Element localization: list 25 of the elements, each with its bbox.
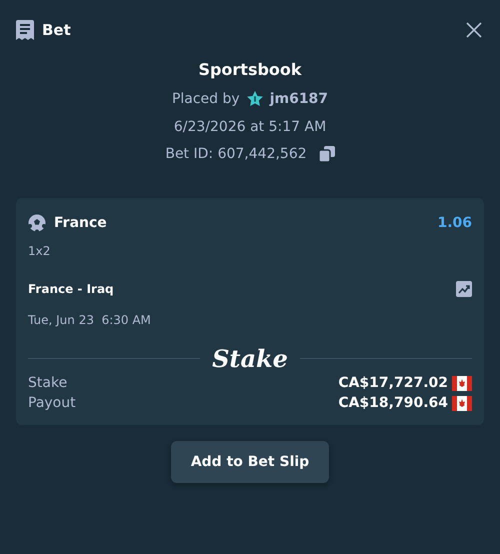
bet-id: Bet ID: 607,442,562 xyxy=(165,146,307,162)
dialog-title: Bet xyxy=(42,21,72,39)
amount-label: Stake xyxy=(28,375,68,391)
close-button[interactable] xyxy=(464,20,484,40)
event-start-time: Tue, Jun 23 6:30 AM xyxy=(28,313,151,327)
canada-flag-icon xyxy=(452,376,472,390)
event-name: France - Iraq xyxy=(28,282,114,296)
star-badge-icon xyxy=(246,90,264,108)
bet-source-title: Sportsbook xyxy=(198,60,302,79)
odds-value: 1.06 xyxy=(437,215,472,231)
receipt-icon xyxy=(16,20,34,40)
canada-flag-icon xyxy=(452,396,472,410)
brand-logo: Stake xyxy=(212,344,288,373)
amount-value: CA$17,727.02 xyxy=(338,375,448,391)
username-link[interactable]: jm6187 xyxy=(270,91,328,107)
selection-team: France xyxy=(54,215,107,231)
amount-label: Payout xyxy=(28,395,76,411)
amount-value: CA$18,790.64 xyxy=(338,395,448,411)
bet-date: 6/23/2026 at 5:17 AM xyxy=(174,119,326,135)
placed-by-label: Placed by xyxy=(172,91,240,107)
market-name: 1x2 xyxy=(28,244,50,258)
trend-chart-icon[interactable] xyxy=(456,281,472,297)
add-to-bet-slip-button[interactable]: Add to Bet Slip xyxy=(170,441,330,483)
copy-icon[interactable] xyxy=(318,146,335,162)
soccer-ball-icon xyxy=(28,214,46,232)
